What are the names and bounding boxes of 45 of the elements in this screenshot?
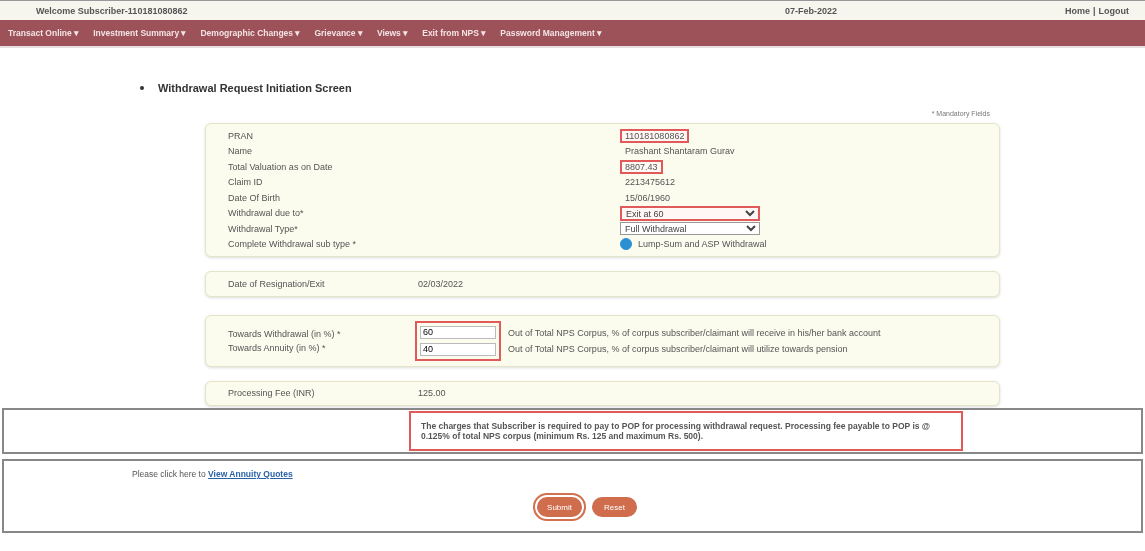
help-text: Out of Total NPS Corpus, % of corpus subscriber/claimant will receive in his/her bank account [508,327,881,338]
dropdown-field[interactable]: Exit at 60 [620,205,760,221]
date-text: 07-Feb-2022 [784,5,838,16]
field-label: Withdrawal Type* [228,223,299,234]
menu-item[interactable]: Demographic Changes ▾ [200,28,301,38]
field-value: 15/06/1960 [624,191,672,205]
field-value: 110181080862 [620,128,690,143]
radio-button[interactable] [620,238,632,251]
field-label: Towards Annuity (in %) * [228,342,327,353]
radio-label: Lump-Sum and ASP Withdrawal [638,239,767,250]
input-field[interactable]: 40 [420,342,496,356]
home-link[interactable]: Home [1064,5,1090,16]
field-value: Prashant Shantaram Gurav [624,145,736,159]
field-label: Withdrawal due to* [228,208,305,219]
separator-text: | [1092,5,1096,16]
field-value: 125.00 [418,388,446,399]
form-button[interactable]: Reset [592,497,637,517]
menu-item[interactable]: Views ▾ [376,28,409,38]
field-label: Claim ID [228,177,264,188]
menu-item[interactable]: Transact Online ▾ [8,28,80,38]
input-field[interactable]: 60 [420,325,496,339]
field-label: Date of Resignation/Exit [228,278,326,289]
field-value: 8807.43 [620,159,663,174]
field-label: Complete Withdrawal sub type * [228,239,358,250]
menu-item[interactable]: Grievance ▾ [314,28,363,38]
prompt-text: Please click here to [132,469,207,479]
annuity-quotes-link[interactable]: View Annuity Quotes [208,469,293,479]
field-label: Processing Fee (INR) [228,388,316,399]
dropdown-field[interactable]: Full Withdrawal [620,222,760,236]
bullet-icon [140,86,144,90]
help-text: Out of Total NPS Corpus, % of corpus subscriber/claimant will utilize towards pension [508,343,849,354]
field-label: Towards Withdrawal (in %) * [228,328,342,339]
field-label: Name [228,146,253,157]
page-heading: Withdrawal Request Initiation Screen [158,82,352,94]
fee-note: The charges that Subscriber is required to pay to POP for processing withdrawal request. Processing fee payable to POP is @ 0.125% of total NPS corpus (minimum Rs. 125 and maximum Rs. 500). [409,410,963,452]
field-label: Date Of Birth [228,192,282,203]
field-value: 2213475612 [624,176,677,190]
field-label: PRAN [228,130,254,141]
welcome-text: Welcome Subscriber-110181080862 [36,5,189,16]
menu-item[interactable]: Password Management ▾ [500,28,603,38]
menu-item[interactable]: Investment Summary ▾ [93,28,187,38]
field-value: 02/03/2022 [418,278,464,289]
menu-item[interactable]: Exit from NPS ▾ [422,28,487,38]
field-label: Total Valuation as on Date [228,161,334,172]
logout-link[interactable]: Logout [1098,5,1129,16]
